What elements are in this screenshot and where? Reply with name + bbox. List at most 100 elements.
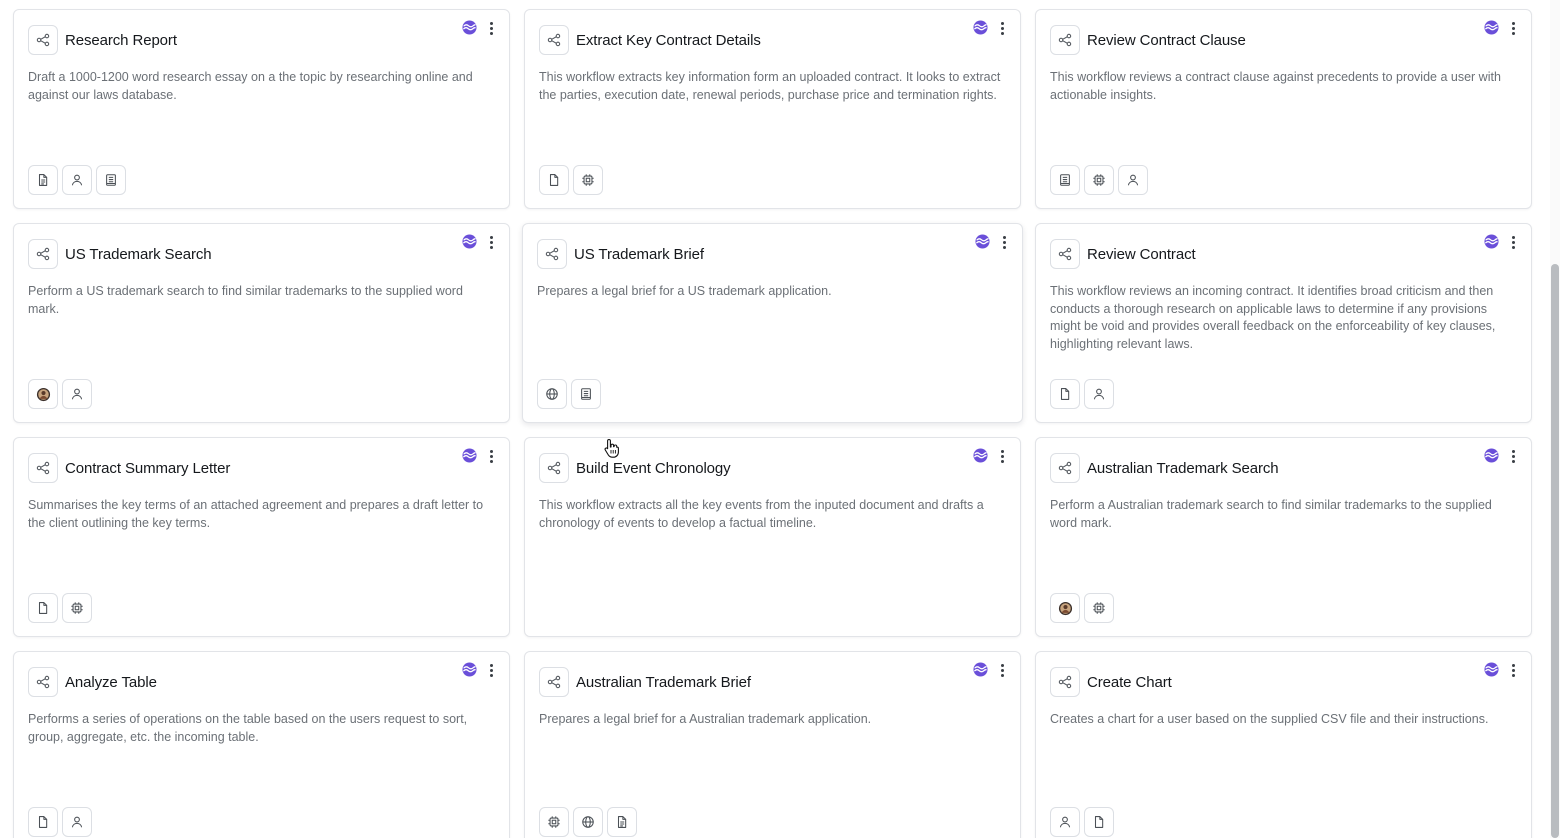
workflow-card[interactable]: Create Chart Creates a chart for a user b… bbox=[1035, 651, 1532, 838]
user-icon[interactable] bbox=[62, 165, 92, 195]
workflow-icon bbox=[539, 453, 569, 483]
card-header: US Trademark Search bbox=[28, 239, 212, 269]
brand-logo-icon bbox=[973, 20, 988, 35]
file-icon[interactable] bbox=[28, 807, 58, 837]
workflow-icon bbox=[1050, 239, 1080, 269]
chip-icon[interactable] bbox=[539, 807, 569, 837]
scrollbar-thumb[interactable] bbox=[1551, 264, 1559, 838]
document-lines-icon[interactable] bbox=[607, 807, 637, 837]
card-header: Analyze Table bbox=[28, 667, 157, 697]
card-title[interactable]: Analyze Table bbox=[65, 674, 157, 691]
card-title[interactable]: Australian Trademark Brief bbox=[576, 674, 751, 691]
brand-logo-icon bbox=[1484, 20, 1499, 35]
user-icon[interactable] bbox=[1118, 165, 1148, 195]
more-options-icon[interactable] bbox=[1506, 234, 1520, 250]
more-options-icon[interactable] bbox=[484, 234, 498, 250]
card-description: Creates a chart for a user based on the … bbox=[1050, 712, 1489, 726]
card-title[interactable]: Build Event Chronology bbox=[576, 460, 731, 477]
file-icon[interactable] bbox=[1050, 379, 1080, 409]
file-icon[interactable] bbox=[1084, 807, 1114, 837]
card-title[interactable]: Review Contract bbox=[1087, 246, 1196, 263]
card-description: Perform a Australian trademark search to… bbox=[1050, 498, 1492, 530]
chip-icon[interactable] bbox=[1084, 165, 1114, 195]
avatar-icon[interactable] bbox=[28, 379, 58, 409]
workflow-card[interactable]: Review Contract Clause This workflow revi… bbox=[1035, 9, 1532, 209]
card-description: Prepares a legal brief for a US trademar… bbox=[537, 284, 832, 298]
card-title[interactable]: Review Contract Clause bbox=[1087, 32, 1246, 49]
card-description: Draft a 1000-1200 word research essay on… bbox=[28, 70, 473, 102]
document-lines-icon[interactable] bbox=[28, 165, 58, 195]
scrollbar-track[interactable] bbox=[1550, 0, 1560, 838]
chip-icon[interactable] bbox=[1084, 593, 1114, 623]
more-options-icon[interactable] bbox=[1506, 20, 1520, 36]
more-options-icon[interactable] bbox=[997, 234, 1011, 250]
user-icon[interactable] bbox=[1050, 807, 1080, 837]
card-description: This workflow extracts all the key event… bbox=[539, 498, 984, 530]
card-title[interactable]: Extract Key Contract Details bbox=[576, 32, 761, 49]
workflow-card[interactable]: Australian Trademark Brief Prepares a leg… bbox=[524, 651, 1021, 838]
card-description: This workflow reviews a contract clause … bbox=[1050, 70, 1501, 102]
user-icon[interactable] bbox=[1084, 379, 1114, 409]
notebook-icon[interactable] bbox=[571, 379, 601, 409]
card-description: Summarises the key terms of an attached … bbox=[28, 498, 484, 530]
globe-icon[interactable] bbox=[537, 379, 567, 409]
card-header: Review Contract Clause bbox=[1050, 25, 1246, 55]
more-options-icon[interactable] bbox=[995, 448, 1009, 464]
workflow-card[interactable]: US Trademark Brief Prepares a legal brief… bbox=[522, 223, 1023, 423]
notebook-icon[interactable] bbox=[96, 165, 126, 195]
brand-logo-icon bbox=[1484, 662, 1499, 677]
workflow-icon bbox=[537, 239, 567, 269]
workflow-card[interactable]: Australian Trademark Search Perform a Aus… bbox=[1035, 437, 1532, 637]
hand-cursor-icon bbox=[604, 438, 619, 458]
brand-logo-icon bbox=[1484, 234, 1499, 249]
brand-logo-icon bbox=[973, 448, 988, 463]
card-description: Performs a series of operations on the t… bbox=[28, 712, 468, 744]
brand-logo-icon bbox=[973, 662, 988, 677]
brand-logo-icon bbox=[975, 234, 990, 249]
tool-badges bbox=[28, 593, 92, 623]
avatar-icon[interactable] bbox=[1050, 593, 1080, 623]
user-icon[interactable] bbox=[62, 379, 92, 409]
card-title[interactable]: US Trademark Brief bbox=[574, 246, 704, 263]
workflow-card[interactable]: Analyze Table Performs a series of operat… bbox=[13, 651, 510, 838]
more-options-icon[interactable] bbox=[995, 662, 1009, 678]
card-title[interactable]: Contract Summary Letter bbox=[65, 460, 230, 477]
workflow-card[interactable]: Extract Key Contract Details This workflo… bbox=[524, 9, 1021, 209]
more-options-icon[interactable] bbox=[484, 662, 498, 678]
file-icon[interactable] bbox=[28, 593, 58, 623]
chip-icon[interactable] bbox=[573, 165, 603, 195]
brand-logo-icon bbox=[1484, 448, 1499, 463]
more-options-icon[interactable] bbox=[1506, 662, 1520, 678]
more-options-icon[interactable] bbox=[995, 20, 1009, 36]
file-icon[interactable] bbox=[539, 165, 569, 195]
card-title[interactable]: Australian Trademark Search bbox=[1087, 460, 1279, 477]
workflow-grid: Research Report Draft a 1000-1200 word re… bbox=[13, 9, 1532, 838]
card-description: Prepares a legal brief for a Australian … bbox=[539, 712, 872, 726]
tool-badges bbox=[1050, 807, 1114, 837]
workflow-card[interactable]: Review Contract This workflow reviews an … bbox=[1035, 223, 1532, 423]
more-options-icon[interactable] bbox=[1506, 448, 1520, 464]
tool-badges bbox=[28, 165, 126, 195]
tool-badges bbox=[1050, 593, 1114, 623]
user-icon[interactable] bbox=[62, 807, 92, 837]
more-options-icon[interactable] bbox=[484, 20, 498, 36]
brand-logo-icon bbox=[462, 448, 477, 463]
more-options-icon[interactable] bbox=[484, 448, 498, 464]
tool-badges bbox=[28, 379, 92, 409]
workflow-card[interactable]: Build Event Chronology This workflow extr… bbox=[524, 437, 1021, 637]
notebook-icon[interactable] bbox=[1050, 165, 1080, 195]
workflow-card[interactable]: Research Report Draft a 1000-1200 word re… bbox=[13, 9, 510, 209]
globe-icon[interactable] bbox=[573, 807, 603, 837]
workflow-card[interactable]: Contract Summary Letter Summarises the ke… bbox=[13, 437, 510, 637]
workflow-card[interactable]: US Trademark Search Perform a US trademar… bbox=[13, 223, 510, 423]
tool-badges bbox=[539, 165, 603, 195]
card-title[interactable]: Create Chart bbox=[1087, 674, 1172, 691]
chip-icon[interactable] bbox=[62, 593, 92, 623]
brand-logo-icon bbox=[462, 662, 477, 677]
tool-badges bbox=[539, 807, 637, 837]
card-title[interactable]: US Trademark Search bbox=[65, 246, 212, 263]
tool-badges bbox=[1050, 165, 1148, 195]
card-title[interactable]: Research Report bbox=[65, 32, 177, 49]
card-description: Perform a US trademark search to find si… bbox=[28, 284, 463, 316]
workflow-icon bbox=[539, 25, 569, 55]
